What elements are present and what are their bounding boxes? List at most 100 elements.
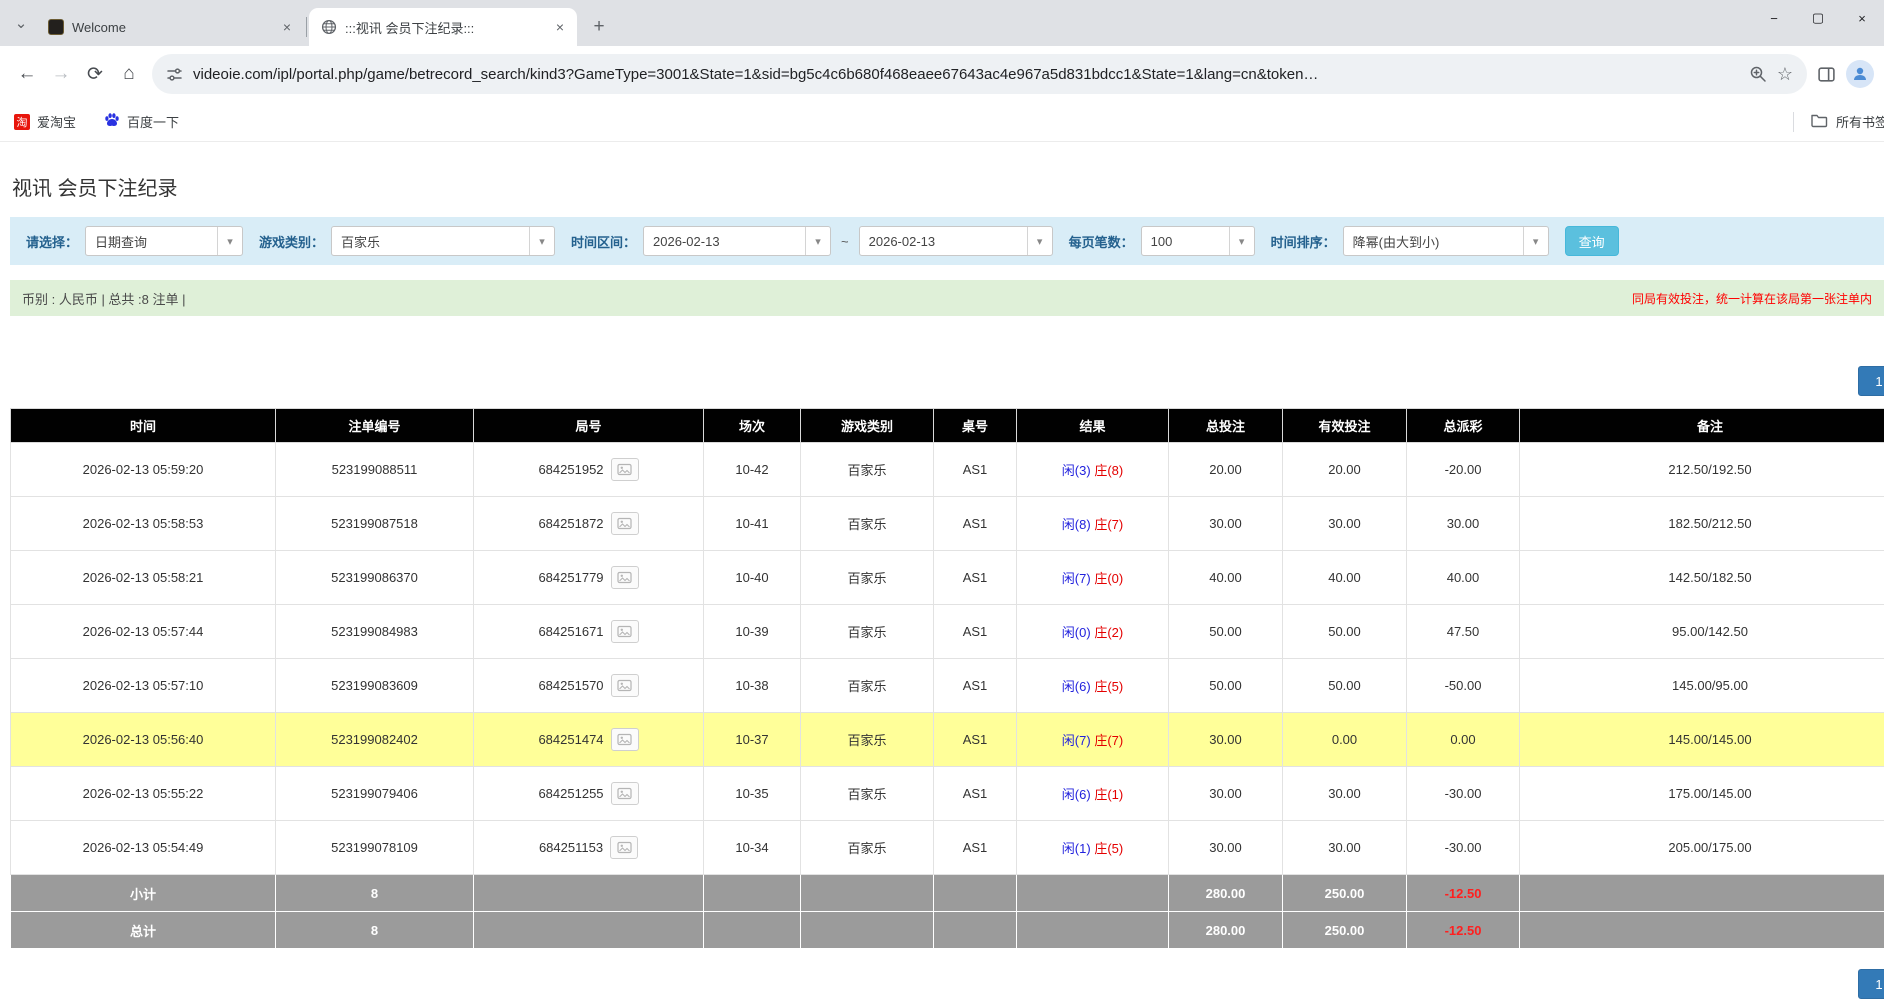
- round-video-button[interactable]: [610, 836, 638, 859]
- cell-session: 10-42: [704, 443, 801, 497]
- tab-close-icon[interactable]: ×: [278, 18, 296, 36]
- date-to-select[interactable]: 2026-02-13 ▾: [859, 226, 1053, 256]
- page-size-label: 每页笔数：: [1069, 232, 1134, 251]
- total-label: 总计: [11, 912, 276, 949]
- chevron-down-icon[interactable]: ▾: [217, 227, 242, 255]
- cell-bet-id: 523199079406: [276, 767, 474, 821]
- query-type-select[interactable]: 日期查询 ▾: [85, 226, 243, 256]
- sort-select[interactable]: 降幂(由大到小) ▾: [1343, 226, 1549, 256]
- cell-total-bet: 20.00: [1169, 443, 1283, 497]
- summary-bar: 币别 : 人民币 | 总共 :8 注单 | 同局有效投注，统一计算在该局第一张注…: [10, 280, 1884, 316]
- cell-bet-id: 523199078109: [276, 821, 474, 875]
- reload-button[interactable]: ⟳: [78, 57, 112, 91]
- home-button[interactable]: ⌂: [112, 57, 146, 91]
- side-panel-icon[interactable]: [1817, 65, 1836, 84]
- cell-valid-bet: 40.00: [1283, 551, 1407, 605]
- tab-divider: [306, 17, 307, 37]
- bookmark-baidu[interactable]: 百度一下: [104, 112, 179, 131]
- cell-time: 2026-02-13 05:56:40: [11, 713, 276, 767]
- game-type-select[interactable]: 百家乐 ▾: [331, 226, 555, 256]
- profile-avatar[interactable]: [1846, 60, 1874, 88]
- cell-bet-id: 523199084983: [276, 605, 474, 659]
- page-title: 视讯 会员下注纪录: [12, 172, 1884, 201]
- column-header: 场次: [704, 409, 801, 443]
- date-from-value: 2026-02-13: [644, 227, 805, 255]
- column-header: 注单编号: [276, 409, 474, 443]
- column-header: 游戏类别: [801, 409, 934, 443]
- cell-valid-bet: 30.00: [1283, 821, 1407, 875]
- minimize-button[interactable]: −: [1752, 0, 1796, 36]
- maximize-button[interactable]: ▢: [1796, 0, 1840, 36]
- tab-title: Welcome: [72, 20, 270, 35]
- pagination-button[interactable]: 1: [1858, 969, 1884, 999]
- range-separator: ~: [841, 234, 849, 249]
- result-player: 闲(6): [1062, 679, 1091, 694]
- round-video-button[interactable]: [611, 728, 639, 751]
- cell-game-type: 百家乐: [801, 443, 934, 497]
- forward-button[interactable]: →: [44, 57, 78, 91]
- sort-value: 降幂(由大到小): [1344, 227, 1523, 255]
- cell-empty: [1017, 912, 1169, 949]
- bookmark-star-icon[interactable]: ☆: [1777, 64, 1793, 85]
- cell-empty: [801, 875, 934, 912]
- date-from-select[interactable]: 2026-02-13 ▾: [643, 226, 831, 256]
- cell-empty: [1520, 875, 1884, 912]
- column-header: 桌号: [934, 409, 1017, 443]
- cell-payout: 47.50: [1407, 605, 1520, 659]
- table-row: 2026-02-13 05:59:20 523199088511 6842519…: [11, 443, 1884, 497]
- table-header-row: 时间注单编号局号场次游戏类别桌号结果总投注有效投注总派彩备注: [11, 409, 1884, 443]
- cell-table-no: AS1: [934, 821, 1017, 875]
- cell-game-type: 百家乐: [801, 551, 934, 605]
- round-video-button[interactable]: [611, 566, 639, 589]
- table-row: 2026-02-13 05:56:40 523199082402 6842514…: [11, 713, 1884, 767]
- cell-round: 684251779: [474, 551, 704, 605]
- tab-welcome[interactable]: Welcome ×: [36, 8, 304, 46]
- round-video-button[interactable]: [611, 458, 639, 481]
- cell-table-no: AS1: [934, 497, 1017, 551]
- tab-bet-records[interactable]: :::视讯 会员下注纪录::: ×: [309, 8, 577, 46]
- cell-time: 2026-02-13 05:54:49: [11, 821, 276, 875]
- chevron-down-icon[interactable]: ▾: [529, 227, 554, 255]
- url-text[interactable]: videoie.com/ipl/portal.php/game/betrecor…: [193, 66, 1739, 83]
- cell-time: 2026-02-13 05:57:10: [11, 659, 276, 713]
- result-banker: 庄(0): [1094, 571, 1123, 586]
- address-bar[interactable]: videoie.com/ipl/portal.php/game/betrecor…: [152, 54, 1807, 94]
- cell-payout: -50.00: [1407, 659, 1520, 713]
- round-video-button[interactable]: [611, 782, 639, 805]
- tab-close-icon[interactable]: ×: [551, 18, 569, 36]
- bookmark-label: 爱淘宝: [37, 112, 76, 131]
- cell-game-type: 百家乐: [801, 767, 934, 821]
- pagination-button[interactable]: 1: [1858, 366, 1884, 396]
- currency-summary: 币别 : 人民币 | 总共 :8 注单 |: [22, 289, 186, 308]
- bookmarks-divider: [1793, 112, 1794, 132]
- close-button[interactable]: ×: [1840, 0, 1884, 36]
- round-video-button[interactable]: [611, 620, 639, 643]
- round-video-button[interactable]: [611, 512, 639, 535]
- site-info-icon[interactable]: [166, 66, 183, 83]
- query-type-label: 请选择：: [26, 232, 78, 251]
- pagination-bottom: 1: [10, 969, 1884, 999]
- time-range-label: 时间区间：: [571, 232, 636, 251]
- table-row: 2026-02-13 05:54:49 523199078109 6842511…: [11, 821, 1884, 875]
- chevron-down-icon[interactable]: ▾: [1027, 227, 1052, 255]
- chevron-down-icon[interactable]: ▾: [1523, 227, 1548, 255]
- tab-search-chevron-icon[interactable]: ⌄: [8, 8, 34, 38]
- chevron-down-icon[interactable]: ▾: [1229, 227, 1254, 255]
- cell-valid-bet: 0.00: [1283, 713, 1407, 767]
- bookmark-aitaobao[interactable]: 淘 爱淘宝: [14, 112, 76, 131]
- back-button[interactable]: ←: [10, 57, 44, 91]
- round-video-button[interactable]: [611, 674, 639, 697]
- zoom-icon[interactable]: [1749, 65, 1767, 83]
- page-size-select[interactable]: 100 ▾: [1141, 226, 1255, 256]
- sort-label: 时间排序：: [1271, 232, 1336, 251]
- all-bookmarks-button[interactable]: 所有书签: [1793, 112, 1884, 132]
- search-button[interactable]: 查询: [1565, 226, 1619, 256]
- bet-records-table: 时间注单编号局号场次游戏类别桌号结果总投注有效投注总派彩备注 2026-02-1…: [10, 408, 1884, 949]
- new-tab-button[interactable]: +: [585, 13, 613, 41]
- globe-favicon-icon: [321, 19, 337, 35]
- cell-total-bet: 30.00: [1169, 821, 1283, 875]
- page-content: 视讯 会员下注纪录 请选择： 日期查询 ▾ 游戏类别： 百家乐 ▾ 时间区间： …: [0, 172, 1884, 999]
- cell-time: 2026-02-13 05:55:22: [11, 767, 276, 821]
- cell-valid-bet: 30.00: [1283, 497, 1407, 551]
- chevron-down-icon[interactable]: ▾: [805, 227, 830, 255]
